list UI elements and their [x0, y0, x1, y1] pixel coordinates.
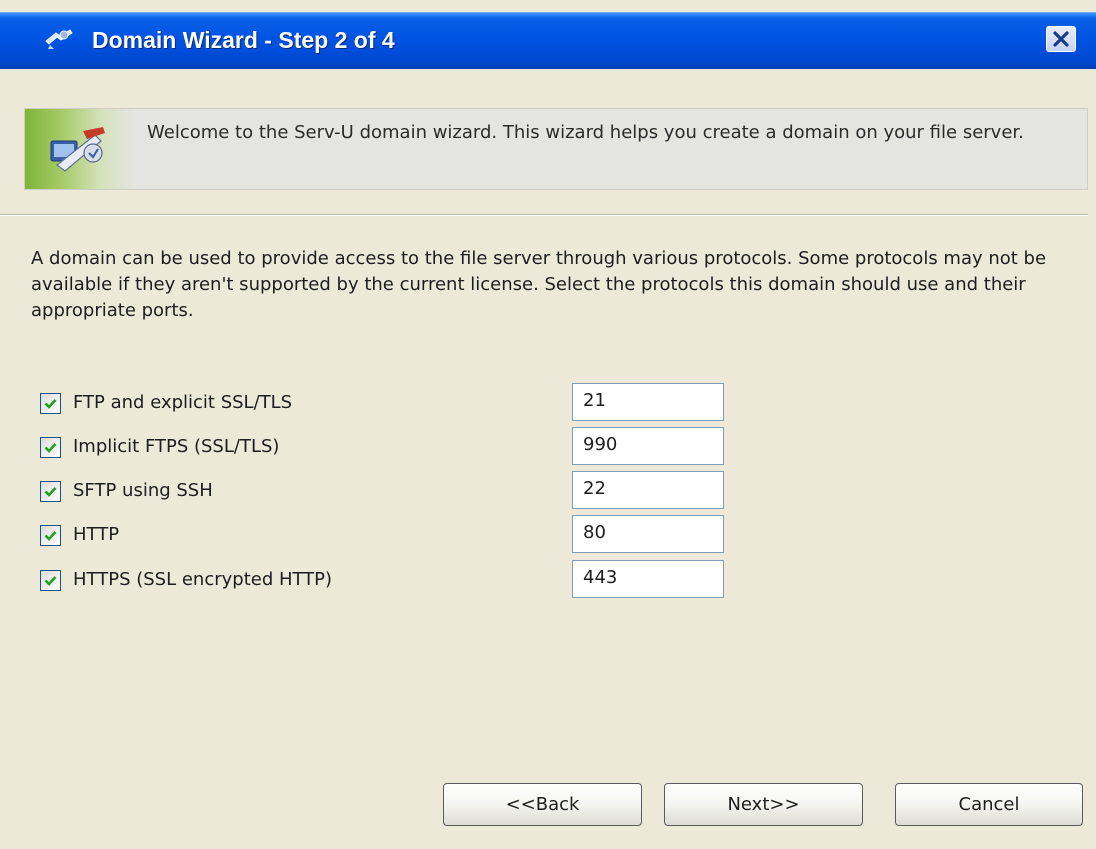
domain-wizard-icon	[43, 121, 113, 177]
protocol-row: Implicit FTPS (SSL/TLS)	[40, 427, 740, 465]
protocol-checkbox[interactable]	[40, 437, 61, 458]
description-text: A domain can be used to provide access t…	[31, 248, 1047, 321]
window-title: Domain Wizard - Step 2 of 4	[92, 27, 395, 53]
banner-text: Welcome to the Serv-U domain wizard. Thi…	[147, 122, 1024, 143]
protocol-label: Implicit FTPS (SSL/TLS)	[73, 436, 280, 457]
protocol-checkbox[interactable]	[40, 393, 61, 414]
next-button[interactable]: Next>>	[664, 783, 863, 826]
separator	[0, 214, 1088, 216]
protocol-label: HTTP	[73, 524, 120, 545]
protocol-label: SFTP using SSH	[73, 480, 213, 501]
close-button[interactable]	[1046, 26, 1076, 52]
port-input[interactable]	[572, 471, 724, 509]
protocol-checkbox[interactable]	[40, 481, 61, 502]
protocol-label: FTP and explicit SSL/TLS	[73, 392, 293, 413]
welcome-banner: Welcome to the Serv-U domain wizard. Thi…	[24, 108, 1088, 190]
protocol-row: HTTP	[40, 515, 740, 553]
domain-wizard-window: Domain Wizard - Step 2 of 4 Welcome to t…	[0, 0, 1096, 849]
protocol-row: SFTP using SSH	[40, 471, 740, 509]
protocol-checkbox[interactable]	[40, 570, 61, 591]
port-input[interactable]	[572, 383, 724, 421]
protocol-checkbox[interactable]	[40, 525, 61, 546]
protocol-row: HTTPS (SSL encrypted HTTP)	[40, 560, 740, 598]
cancel-button[interactable]: Cancel	[895, 783, 1083, 826]
port-input[interactable]	[572, 560, 724, 598]
port-input[interactable]	[572, 515, 724, 553]
back-button[interactable]: <<Back	[443, 783, 642, 826]
wizard-icon	[44, 27, 74, 51]
protocol-row: FTP and explicit SSL/TLS	[40, 383, 740, 421]
title-bar[interactable]: Domain Wizard - Step 2 of 4	[0, 12, 1096, 69]
port-input[interactable]	[572, 427, 724, 465]
protocol-label: HTTPS (SSL encrypted HTTP)	[73, 569, 333, 590]
